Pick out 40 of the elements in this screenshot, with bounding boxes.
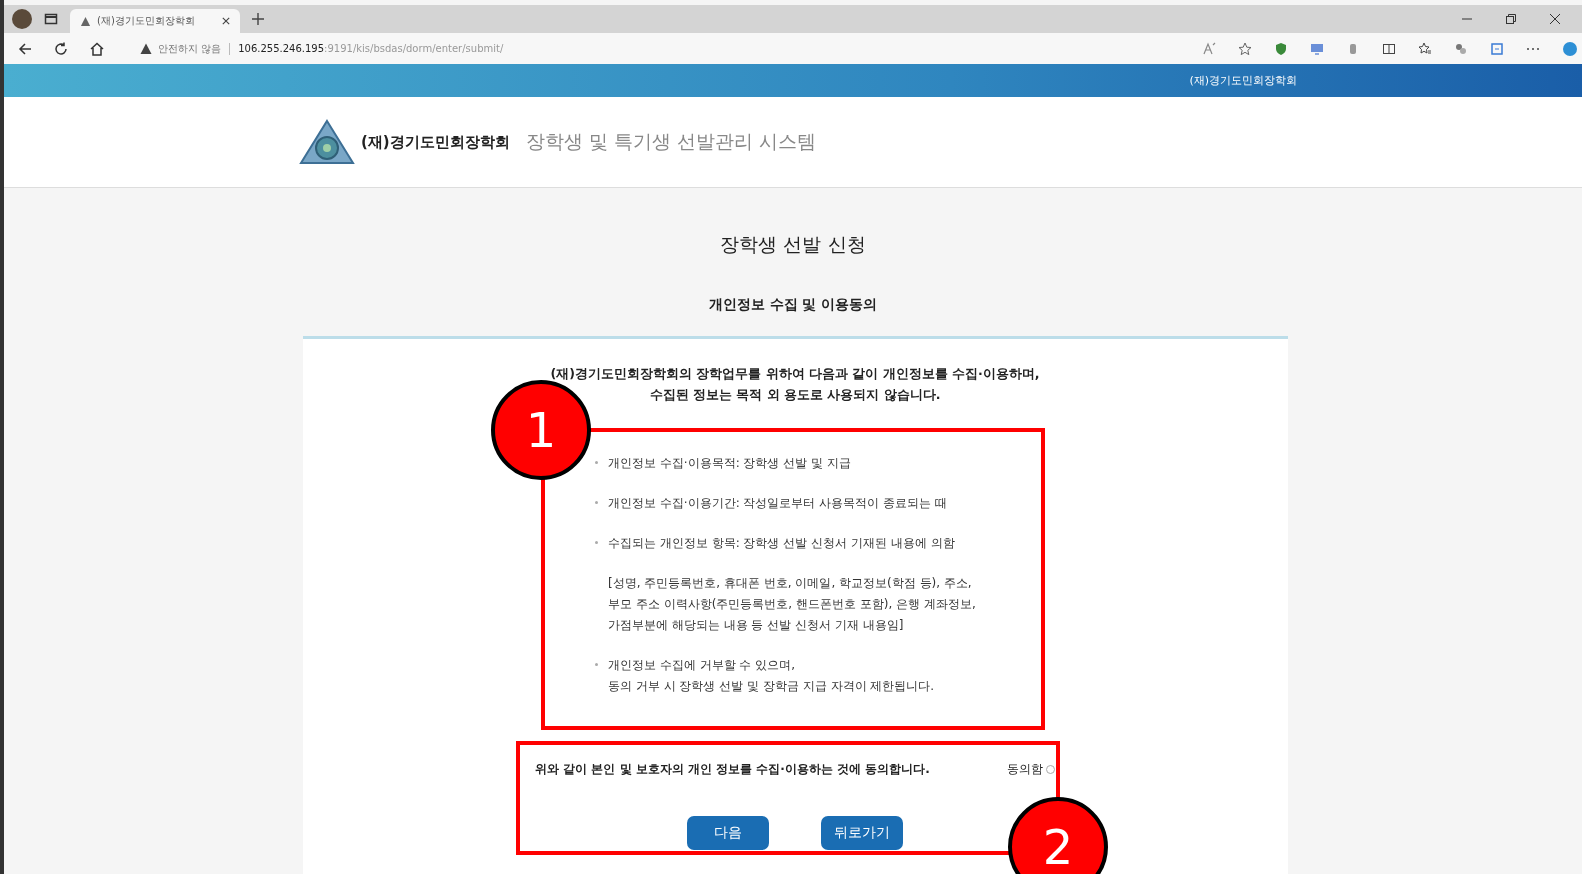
list-item: 수집되는 개인정보 항목: 장학생 선발 신청서 기재된 내용에 의함: [608, 535, 955, 552]
close-icon[interactable]: [1550, 14, 1560, 24]
url-field[interactable]: 106.255.246.195:9191/kis/bsdas/dorm/enter/submit/: [238, 43, 504, 54]
warning-icon: [80, 15, 91, 27]
organization-name: (재)경기도민회장학회: [361, 132, 510, 152]
warning-icon[interactable]: [140, 42, 152, 55]
more-icon[interactable]: [1526, 46, 1540, 51]
agreement-text: 위와 같이 본인 및 보호자의 개인 정보를 수집·이용하는 것에 동의합니다.: [535, 761, 930, 778]
home-icon[interactable]: [90, 41, 104, 56]
system-title: 장학생 및 특기생 선발관리 시스템: [525, 129, 816, 154]
banner-title: (재)경기도민회장학회: [1189, 73, 1297, 88]
triangle-logo-icon: [299, 119, 355, 165]
new-tab-icon[interactable]: [252, 13, 264, 25]
list-item: 개인정보 수집에 거부할 수 있으며, 동의 거부 시 장학생 선발 및 장학금 지급 자격이 제한됩니다.: [608, 657, 935, 695]
bullet-icon: [595, 461, 598, 464]
back-button[interactable]: 뒤로가기: [821, 816, 903, 850]
read-aloud-icon[interactable]: [1202, 41, 1216, 56]
refresh-icon[interactable]: [54, 41, 68, 56]
bullet-icon: [595, 541, 598, 544]
profile-avatar-icon[interactable]: [12, 9, 32, 29]
list-item: 개인정보 수집·이용기간: 작성일로부터 사용목적이 종료되는 때: [608, 495, 947, 512]
split-screen-icon[interactable]: [1382, 41, 1396, 56]
favorites-icon[interactable]: [1418, 41, 1432, 56]
bullet-icon: [595, 663, 598, 666]
browser-tab[interactable]: (재)경기도민회장학회: [70, 9, 240, 33]
shield-icon[interactable]: [1274, 41, 1288, 56]
tab-actions-icon[interactable]: [44, 12, 58, 26]
star-icon[interactable]: [1238, 41, 1252, 56]
bullet-icon: [595, 501, 598, 504]
agree-radio[interactable]: 동의함: [1007, 761, 1055, 778]
next-button[interactable]: 다음: [687, 816, 769, 850]
back-icon[interactable]: [18, 41, 32, 56]
screen-icon[interactable]: [1310, 41, 1324, 56]
page-title: 장학생 선발 신청: [720, 232, 866, 257]
section-title: 개인정보 수집 및 이용동의: [708, 296, 878, 314]
restore-icon[interactable]: [1506, 14, 1516, 24]
security-status[interactable]: 안전하지 않음: [158, 41, 222, 56]
note-text: [성명, 주민등록번호, 휴대폰 번호, 이메일, 학교정보(학점 등), 주소, 부모 주소 이력사항(주민등록번호, 핸드폰번호 포함), 은행 계좌정보, 가점부분에 해당되는 내용 등 선발 신청서 기재 내용임]: [608, 575, 976, 634]
close-icon[interactable]: [222, 17, 230, 25]
list-item: 개인정보 수집·이용목적: 장학생 선발 및 지급: [608, 455, 851, 472]
